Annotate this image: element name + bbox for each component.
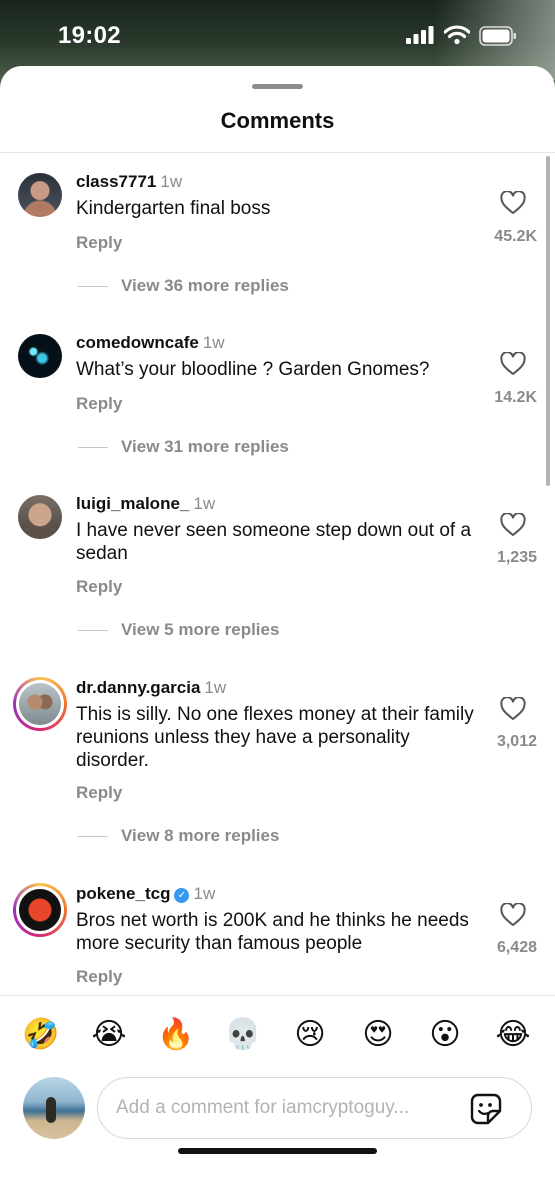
sheet-title: Comments xyxy=(220,108,335,133)
reply-button[interactable]: Reply xyxy=(76,577,122,597)
divider xyxy=(78,629,108,631)
divider xyxy=(0,152,555,153)
view-replies-button[interactable]: View 5 more replies xyxy=(78,620,279,640)
scrollbar[interactable] xyxy=(546,156,550,486)
avatar[interactable] xyxy=(18,334,62,378)
avatar[interactable] xyxy=(18,173,62,217)
view-replies-button[interactable]: View 36 more replies xyxy=(78,276,289,296)
quick-reaction-bar: 🤣 😭 🔥 💀 😢 😍 😮 😂 xyxy=(0,1015,555,1059)
view-replies-label: View 31 more replies xyxy=(121,437,289,456)
sheet-grabber[interactable] xyxy=(252,84,303,89)
avatar[interactable] xyxy=(13,677,67,731)
heart-eyes-emoji-button[interactable]: 😍 xyxy=(358,1015,398,1055)
sad-emoji-button[interactable]: 😢 xyxy=(290,1015,330,1055)
comment-composer xyxy=(97,1077,532,1139)
view-replies-label: View 5 more replies xyxy=(121,620,280,639)
view-replies-button[interactable]: View 31 more replies xyxy=(78,437,289,457)
current-user-avatar xyxy=(23,1077,85,1139)
avatar[interactable] xyxy=(13,883,67,937)
reply-button[interactable]: Reply xyxy=(76,783,122,803)
avatar[interactable] xyxy=(18,495,62,539)
fire-emoji-button[interactable]: 🔥 xyxy=(156,1015,196,1055)
surprised-emoji-button[interactable]: 😮 xyxy=(425,1015,465,1055)
heart-icon[interactable] xyxy=(500,512,530,539)
comment-age: 1w xyxy=(193,884,216,903)
like-count: 3,012 xyxy=(496,733,537,750)
divider xyxy=(0,995,555,996)
skull-emoji-button[interactable]: 💀 xyxy=(223,1015,263,1055)
crying-emoji-button[interactable]: 😭 xyxy=(89,1015,129,1055)
cellular-signal-icon xyxy=(406,26,434,49)
rofl-emoji-button[interactable]: 🤣 xyxy=(21,1015,61,1055)
status-time: 19:02 xyxy=(58,22,121,49)
comment-text: This is silly. No one flexes money at th… xyxy=(76,704,474,771)
comment-age: 1w xyxy=(193,494,216,513)
divider xyxy=(78,285,108,287)
like-count: 14.2K xyxy=(494,389,537,406)
home-indicator[interactable] xyxy=(178,1148,377,1154)
comments-sheet: Comments class7771 1w Kindergarten final … xyxy=(0,66,555,1200)
comment-text: I have never seen someone step down out … xyxy=(76,520,472,564)
laughing-emoji-button[interactable]: 😂 xyxy=(493,1015,533,1055)
comment-text: Bros net worth is 200K and he thinks he … xyxy=(76,910,469,954)
status-bar: 19:02 xyxy=(0,0,555,70)
divider xyxy=(78,446,108,448)
comment-username[interactable]: dr.danny.garcia 1w xyxy=(76,678,226,698)
comment-text: Kindergarten final boss xyxy=(76,198,271,219)
divider xyxy=(78,835,108,837)
comment-username[interactable]: comedowncafe 1w xyxy=(76,333,225,353)
like-count: 6,428 xyxy=(496,939,537,956)
heart-icon[interactable] xyxy=(500,190,530,217)
comment-age: 1w xyxy=(202,333,225,352)
comment-age: 1w xyxy=(204,678,227,697)
verified-badge-icon: ✓ xyxy=(174,888,190,903)
heart-icon[interactable] xyxy=(500,696,530,723)
wifi-icon xyxy=(443,25,471,50)
composer-area: 🤣 😭 🔥 💀 😢 😍 😮 😂 xyxy=(0,995,555,1200)
comment-text: What’s your bloodline ? Garden Gnomes? xyxy=(76,359,430,380)
view-replies-label: View 36 more replies xyxy=(121,276,289,295)
view-replies-button[interactable]: View 8 more replies xyxy=(78,826,279,846)
heart-icon[interactable] xyxy=(500,902,530,929)
sticker-icon[interactable] xyxy=(469,1092,503,1126)
battery-icon xyxy=(479,26,517,51)
reply-button[interactable]: Reply xyxy=(76,394,122,414)
view-replies-label: View 8 more replies xyxy=(121,826,280,845)
comment-username[interactable]: luigi_malone_ 1w xyxy=(76,494,215,514)
heart-icon[interactable] xyxy=(500,351,530,378)
reply-button[interactable]: Reply xyxy=(76,967,122,987)
comment-username[interactable]: class7771 1w xyxy=(76,172,182,192)
comment-username[interactable]: pokene_tcg ✓ 1w xyxy=(76,884,215,904)
comment-age: 1w xyxy=(160,172,183,191)
like-count: 45.2K xyxy=(494,228,537,245)
comment-input[interactable] xyxy=(116,1078,456,1138)
reply-button[interactable]: Reply xyxy=(76,233,122,253)
like-count: 1,235 xyxy=(496,549,537,566)
